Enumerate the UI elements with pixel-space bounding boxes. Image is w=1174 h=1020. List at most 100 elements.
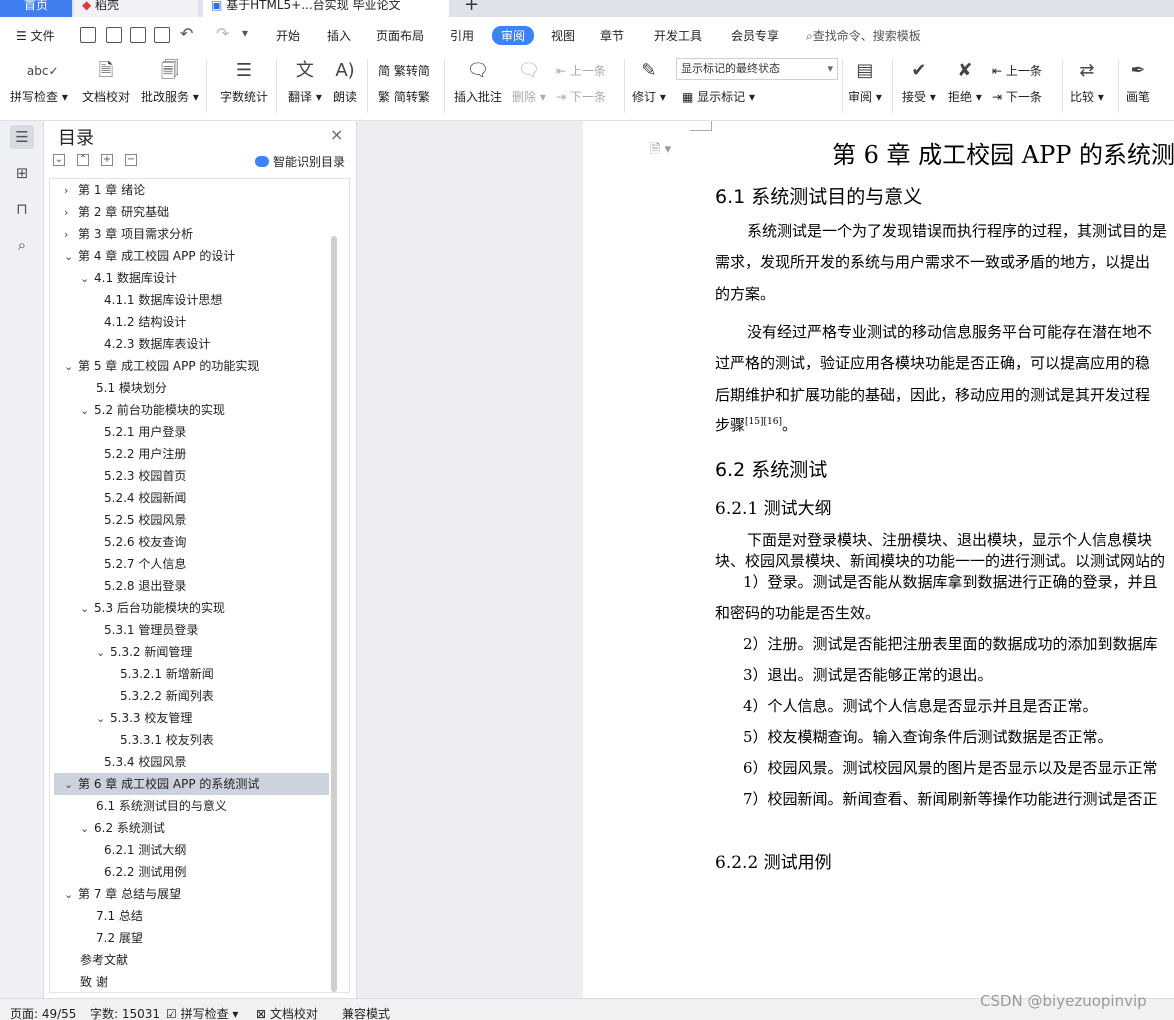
page-menu-icon[interactable]: 🗎 ▾ (650, 140, 671, 162)
menu-layout[interactable]: 页面布局 (376, 27, 424, 44)
file-menu[interactable]: ☰ 文件 (16, 27, 55, 44)
toc-item[interactable]: 5.2.1 用户登录 (54, 421, 329, 443)
toc-item[interactable]: ⌄ 6.2 系统测试 (54, 817, 329, 839)
toc-item[interactable]: 4.1.1 数据库设计思想 (54, 289, 329, 311)
toc-item[interactable]: 5.3.3.1 校友列表 (54, 729, 329, 751)
chevron-right-icon[interactable]: › (64, 180, 78, 202)
customize-chevron-icon[interactable]: ▾ (242, 26, 248, 40)
toc-item[interactable]: › 第 1 章 绪论 (54, 179, 329, 201)
menu-developer[interactable]: 开发工具 (654, 27, 702, 44)
chevron-down-icon[interactable]: ⌄ (64, 774, 78, 796)
new-tab-button[interactable]: + (456, 0, 486, 17)
toc-item[interactable]: 5.3.2.1 新增新闻 (54, 663, 329, 685)
bookmark-icon[interactable]: ⊓ (10, 197, 34, 221)
previous-change-button[interactable]: ⇤ 上一条 (992, 62, 1042, 79)
word-count[interactable]: 字数: 15031 (90, 1005, 160, 1020)
toc-item[interactable]: 5.2.8 退出登录 (54, 575, 329, 597)
chevron-down-icon[interactable]: ⌄ (64, 884, 78, 906)
document-proofread-button[interactable]: 🗎 文档校对 (82, 59, 130, 105)
spell-check-toggle[interactable]: ☑ 拼写检查 ▾ (166, 1005, 238, 1020)
track-changes-button[interactable]: ✎ 修订 ▾ (632, 59, 666, 105)
chevron-down-icon[interactable]: ⌄ (80, 400, 94, 422)
toc-item[interactable]: 5.2.5 校园风景 (54, 509, 329, 531)
toc-item[interactable]: 4.2.3 数据库表设计 (54, 333, 329, 355)
tab-docer[interactable]: ◆ 稻壳 (74, 0, 198, 17)
toc-item[interactable]: 5.1 模块划分 (54, 377, 329, 399)
toc-item[interactable]: 5.3.2.2 新闻列表 (54, 685, 329, 707)
close-icon[interactable]: × (330, 125, 343, 144)
command-search[interactable]: ⌕查找命令、搜索模板 (806, 27, 921, 44)
toc-item[interactable]: 6.2.2 测试用例 (54, 861, 329, 883)
toc-item[interactable]: 7.1 总结 (54, 905, 329, 927)
pen-button[interactable]: ✒ 画笔 (1126, 59, 1150, 105)
citation[interactable]: [15][16] (745, 417, 782, 427)
chevron-right-icon[interactable]: › (64, 202, 78, 224)
review-pane-button[interactable]: ▤ 审阅 ▾ (848, 59, 882, 105)
chevron-down-icon[interactable]: ⌄ (64, 246, 78, 268)
toc-item[interactable]: 5.2.7 个人信息 (54, 553, 329, 575)
toc-scrollbar[interactable] (331, 236, 337, 992)
print-preview-icon[interactable] (154, 27, 170, 43)
toc-item[interactable]: › 第 2 章 研究基础 (54, 201, 329, 223)
menu-review[interactable]: 审阅 (492, 26, 535, 45)
chevron-down-icon[interactable]: ⌄ (96, 642, 110, 664)
toc-item[interactable]: ⌄ 5.3.3 校友管理 (54, 707, 329, 729)
toc-panel-icon[interactable]: ☰ (10, 125, 34, 149)
page-indicator[interactable]: 页面: 49/55 (10, 1005, 76, 1020)
collapse-all-icon[interactable]: ⌄ (53, 154, 65, 166)
toc-item[interactable]: 致 谢 (54, 971, 329, 992)
toc-item[interactable]: ⌄ 4.1 数据库设计 (54, 267, 329, 289)
delete-comment-button[interactable]: 🗨 删除 ▾ (512, 59, 546, 105)
toc-item[interactable]: 5.3.4 校园风景 (54, 751, 329, 773)
expand-level-icon[interactable]: ⌃ (77, 154, 89, 166)
menu-start[interactable]: 开始 (276, 27, 300, 44)
chapter-nav-icon[interactable]: ⊞ (10, 161, 34, 185)
toc-item[interactable]: 4.1.2 结构设计 (54, 311, 329, 333)
chevron-down-icon[interactable]: ⌄ (64, 356, 78, 378)
save-icon[interactable] (80, 27, 96, 43)
simp-to-trad-button[interactable]: 繁 简转繁 (378, 88, 430, 105)
toc-item[interactable]: ⌄ 第 5 章 成工校园 APP 的功能实现 (54, 355, 329, 377)
proofread-status[interactable]: ⊠ 文档校对 (256, 1005, 318, 1020)
toc-item[interactable]: 5.3.1 管理员登录 (54, 619, 329, 641)
menu-member[interactable]: 会员专享 (731, 27, 779, 44)
toc-item[interactable]: 6.2.1 测试大纲 (54, 839, 329, 861)
toc-item[interactable]: ⌄ 5.2 前台功能模块的实现 (54, 399, 329, 421)
export-pdf-icon[interactable] (106, 27, 122, 43)
toc-item[interactable]: 5.2.3 校园首页 (54, 465, 329, 487)
insert-comment-button[interactable]: 🗨 插入批注 (454, 59, 502, 105)
accept-button[interactable]: ✔ 接受 ▾ (902, 59, 936, 105)
remove-heading-icon[interactable]: − (125, 154, 137, 166)
translate-button[interactable]: 文翻译 ▾ (288, 59, 322, 105)
chevron-down-icon[interactable]: ⌄ (96, 708, 110, 730)
show-markup-button[interactable]: ▦ 显示标记 ▾ (682, 88, 755, 105)
markup-display-select[interactable]: 显示标记的最终状态 ▾ (676, 58, 838, 80)
redo-icon[interactable]: ↷ (216, 24, 229, 43)
smart-toc-button[interactable]: 智能识别目录 (255, 153, 345, 170)
toc-item[interactable]: 5.2.2 用户注册 (54, 443, 329, 465)
toc-item[interactable]: 5.2.6 校友查询 (54, 531, 329, 553)
print-icon[interactable] (130, 27, 146, 43)
toc-item[interactable]: ⌄ 5.3.2 新闻管理 (54, 641, 329, 663)
toc-item[interactable]: 参考文献 (54, 949, 329, 971)
chevron-down-icon[interactable]: ⌄ (80, 818, 94, 840)
menu-references[interactable]: 引用 (450, 27, 474, 44)
menu-insert[interactable]: 插入 (327, 27, 351, 44)
chevron-down-icon[interactable]: ⌄ (80, 598, 94, 620)
read-aloud-button[interactable]: A) 朗读 (333, 59, 357, 105)
spell-check-button[interactable]: abc✓ 拼写检查 ▾ (10, 59, 68, 105)
search-icon[interactable]: ⌕ (10, 233, 34, 257)
toc-item[interactable]: › 第 3 章 项目需求分析 (54, 223, 329, 245)
trad-to-simp-button[interactable]: 简 繁转简 (378, 62, 430, 79)
next-change-button[interactable]: ⇥ 下一条 (992, 88, 1042, 105)
compare-button[interactable]: ⇄ 比较 ▾ (1070, 59, 1104, 105)
chevron-right-icon[interactable]: › (64, 224, 78, 246)
toc-item[interactable]: 7.2 展望 (54, 927, 329, 949)
toc-item[interactable]: ⌄ 第 4 章 成工校园 APP 的设计 (54, 245, 329, 267)
undo-icon[interactable]: ↶ (180, 24, 193, 43)
reject-button[interactable]: ✘ 拒绝 ▾ (948, 59, 982, 105)
word-count-button[interactable]: ☰ 字数统计 (220, 59, 268, 105)
toc-item[interactable]: ⌄ 第 7 章 总结与展望 (54, 883, 329, 905)
add-heading-icon[interactable]: + (101, 154, 113, 166)
next-comment-button[interactable]: ⇥ 下一条 (556, 88, 606, 105)
